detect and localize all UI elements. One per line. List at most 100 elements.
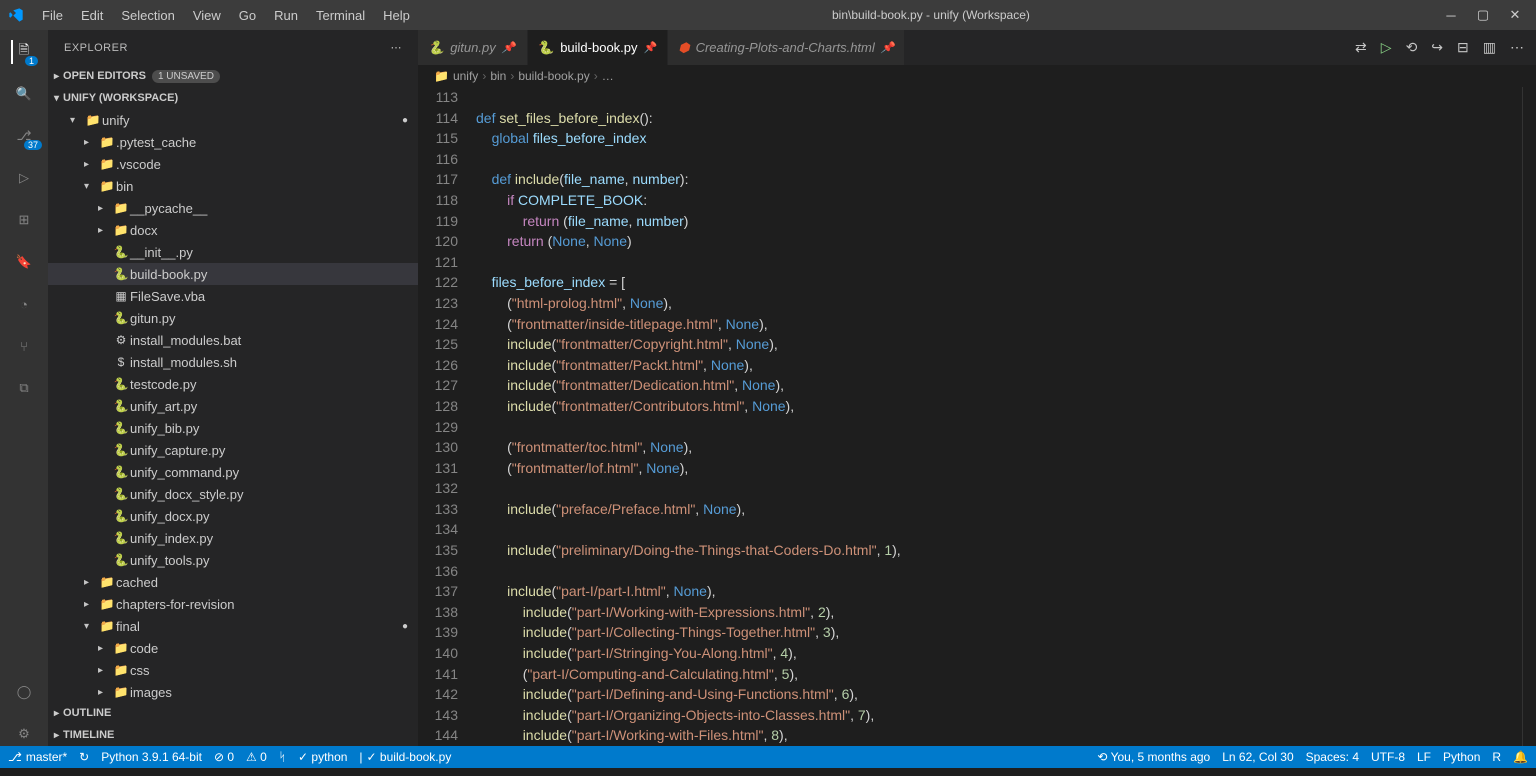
more-icon[interactable]: ⋯ — [391, 41, 403, 54]
tree-item[interactable]: 🐍unify_art.py — [48, 395, 418, 417]
tab-Creating-Plots-and-Charts.html[interactable]: ⬢Creating-Plots-and-Charts.html📌 — [668, 30, 905, 65]
timeline-icon[interactable]: ◔ — [12, 292, 36, 316]
menu-file[interactable]: File — [34, 4, 71, 27]
run-icon[interactable]: ▷ — [1381, 39, 1392, 56]
tab-gitun.py[interactable]: 🐍gitun.py📌 — [418, 30, 528, 65]
tree-item[interactable]: ▸📁__pycache__ — [48, 197, 418, 219]
tree-item[interactable]: ▸📁.vscode — [48, 153, 418, 175]
settings-gear-icon[interactable]: ⚙ — [12, 722, 36, 746]
errors-status[interactable]: ⊘ 0 — [214, 750, 234, 764]
bookmark-icon[interactable]: 🔖 — [12, 250, 36, 274]
tree-item[interactable]: 🐍unify_bib.py — [48, 417, 418, 439]
tree-item[interactable]: $install_modules.sh — [48, 351, 418, 373]
layout-icon[interactable]: ▥ — [1483, 39, 1496, 56]
tree-item[interactable]: 🐍unify_docx_style.py — [48, 483, 418, 505]
git-blame[interactable]: ⟲ You, 5 months ago — [1097, 750, 1210, 764]
editor-tabs: 🐍gitun.py📌🐍build-book.py📌⬢Creating-Plots… — [418, 30, 1536, 65]
tree-item[interactable]: ▾📁bin — [48, 175, 418, 197]
editor-area: 🐍gitun.py📌🐍build-book.py📌⬢Creating-Plots… — [418, 30, 1536, 746]
timeline-section[interactable]: ▸TIMELINE — [48, 724, 418, 746]
close-icon[interactable]: ✕ — [1508, 8, 1522, 22]
crumb[interactable]: unify — [453, 69, 478, 83]
language-mode[interactable]: Python — [1443, 750, 1480, 764]
compare-icon[interactable]: ⇄ — [1355, 39, 1367, 56]
breadcrumb[interactable]: 📁 unify›bin›build-book.py›… — [418, 65, 1536, 87]
tree-item[interactable]: ▸📁code — [48, 637, 418, 659]
terminal-icon[interactable]: ⧉ — [12, 376, 36, 400]
menu-view[interactable]: View — [185, 4, 229, 27]
more-icon[interactable]: ⋯ — [1510, 39, 1524, 56]
tree-item[interactable]: 🐍unify_tools.py — [48, 549, 418, 571]
encoding[interactable]: UTF-8 — [1371, 750, 1405, 764]
eol[interactable]: LF — [1417, 750, 1431, 764]
menu-edit[interactable]: Edit — [73, 4, 111, 27]
minimap[interactable] — [1522, 87, 1536, 746]
tree-item[interactable]: 🐍unify_docx.py — [48, 505, 418, 527]
scm-badge: 37 — [24, 140, 42, 150]
flash-status[interactable]: ᛋ — [279, 750, 286, 764]
open-editors-section[interactable]: ▸OPEN EDITORS 1 UNSAVED — [48, 65, 418, 87]
step-icon[interactable]: ↪ — [1431, 39, 1443, 56]
extensions-icon[interactable]: ⊞ — [12, 208, 36, 232]
code-editor[interactable]: 1131141151161171181191201211221231241251… — [418, 87, 1536, 746]
tree-item[interactable]: ⚙install_modules.bat — [48, 329, 418, 351]
explorer-sidebar: EXPLORER ⋯ ▸OPEN EDITORS 1 UNSAVED ▾UNIF… — [48, 30, 418, 746]
window-title: bin\build-book.py - unify (Workspace) — [418, 8, 1444, 22]
menu-terminal[interactable]: Terminal — [308, 4, 373, 27]
code-lines[interactable]: def set_files_before_index(): global fil… — [476, 87, 1522, 746]
notifications-icon[interactable]: 🔔 — [1513, 750, 1528, 764]
crumb[interactable]: build-book.py — [518, 69, 589, 83]
outline-section[interactable]: ▸OUTLINE — [48, 702, 418, 724]
tab-actions: ⇄ ▷ ⟲ ↪ ⊟ ▥ ⋯ — [1343, 30, 1536, 65]
window-controls: ─ ▢ ✕ — [1444, 8, 1522, 22]
tree-item[interactable]: 🐍testcode.py — [48, 373, 418, 395]
menu-bar: FileEditSelectionViewGoRunTerminalHelp — [34, 4, 418, 27]
status-bar: ⎇ master* ↻ Python 3.9.1 64-bit ⊘ 0 ⚠ 0 … — [0, 746, 1536, 768]
menu-go[interactable]: Go — [231, 4, 264, 27]
workspace-section[interactable]: ▾UNIFY (WORKSPACE) — [48, 87, 418, 109]
cursor-position[interactable]: Ln 62, Col 30 — [1222, 750, 1293, 764]
file-tree: ▾📁unify●▸📁.pytest_cache▸📁.vscode▾📁bin▸📁_… — [48, 109, 418, 702]
tree-item[interactable]: ▸📁images — [48, 681, 418, 702]
crumb[interactable]: bin — [490, 69, 506, 83]
title-bar: FileEditSelectionViewGoRunTerminalHelp b… — [0, 0, 1536, 30]
git-graph-icon[interactable]: ⑂ — [12, 334, 36, 358]
tree-item[interactable]: ▸📁cached — [48, 571, 418, 593]
check-file[interactable]: | ✓ build-book.py — [359, 750, 451, 764]
indentation[interactable]: Spaces: 4 — [1306, 750, 1359, 764]
tree-item[interactable]: ▸📁docx — [48, 219, 418, 241]
minimize-icon[interactable]: ─ — [1444, 8, 1458, 22]
tree-item[interactable]: 🐍unify_index.py — [48, 527, 418, 549]
tree-item[interactable]: 🐍unify_command.py — [48, 461, 418, 483]
git-branch-status[interactable]: ⎇ master* — [8, 750, 67, 764]
tree-item[interactable]: ▾📁unify● — [48, 109, 418, 131]
line-gutter: 1131141151161171181191201211221231241251… — [418, 87, 476, 746]
tab-build-book.py[interactable]: 🐍build-book.py📌 — [528, 30, 668, 65]
tree-item[interactable]: ▦FileSave.vba — [48, 285, 418, 307]
menu-selection[interactable]: Selection — [113, 4, 182, 27]
menu-help[interactable]: Help — [375, 4, 418, 27]
tree-item[interactable]: 🐍gitun.py — [48, 307, 418, 329]
vscode-logo-icon — [8, 7, 24, 23]
tree-item[interactable]: ▸📁.pytest_cache — [48, 131, 418, 153]
tree-item[interactable]: ▸📁chapters-for-revision — [48, 593, 418, 615]
menu-run[interactable]: Run — [266, 4, 306, 27]
split-right-icon[interactable]: ⊟ — [1457, 39, 1469, 56]
tree-item[interactable]: ▾📁final● — [48, 615, 418, 637]
crumb[interactable]: … — [602, 69, 614, 83]
python-env-status[interactable]: Python 3.9.1 64-bit — [101, 750, 202, 764]
warnings-status[interactable]: ⚠ 0 — [246, 750, 267, 764]
run-debug-icon[interactable]: ▷ — [12, 166, 36, 190]
files-badge: 1 — [25, 56, 38, 66]
tree-item[interactable]: 🐍unify_capture.py — [48, 439, 418, 461]
debug-restart-icon[interactable]: ⟲ — [1406, 39, 1418, 56]
feedback-icon[interactable]: R — [1492, 750, 1501, 764]
maximize-icon[interactable]: ▢ — [1476, 8, 1490, 22]
sync-status[interactable]: ↻ — [79, 750, 89, 764]
check-python[interactable]: ✓ python — [298, 750, 347, 764]
search-icon[interactable]: 🔍 — [12, 82, 36, 106]
tree-item[interactable]: 🐍build-book.py — [48, 263, 418, 285]
tree-item[interactable]: ▸📁css — [48, 659, 418, 681]
account-icon[interactable]: ◯ — [12, 680, 36, 704]
tree-item[interactable]: 🐍__init__.py — [48, 241, 418, 263]
